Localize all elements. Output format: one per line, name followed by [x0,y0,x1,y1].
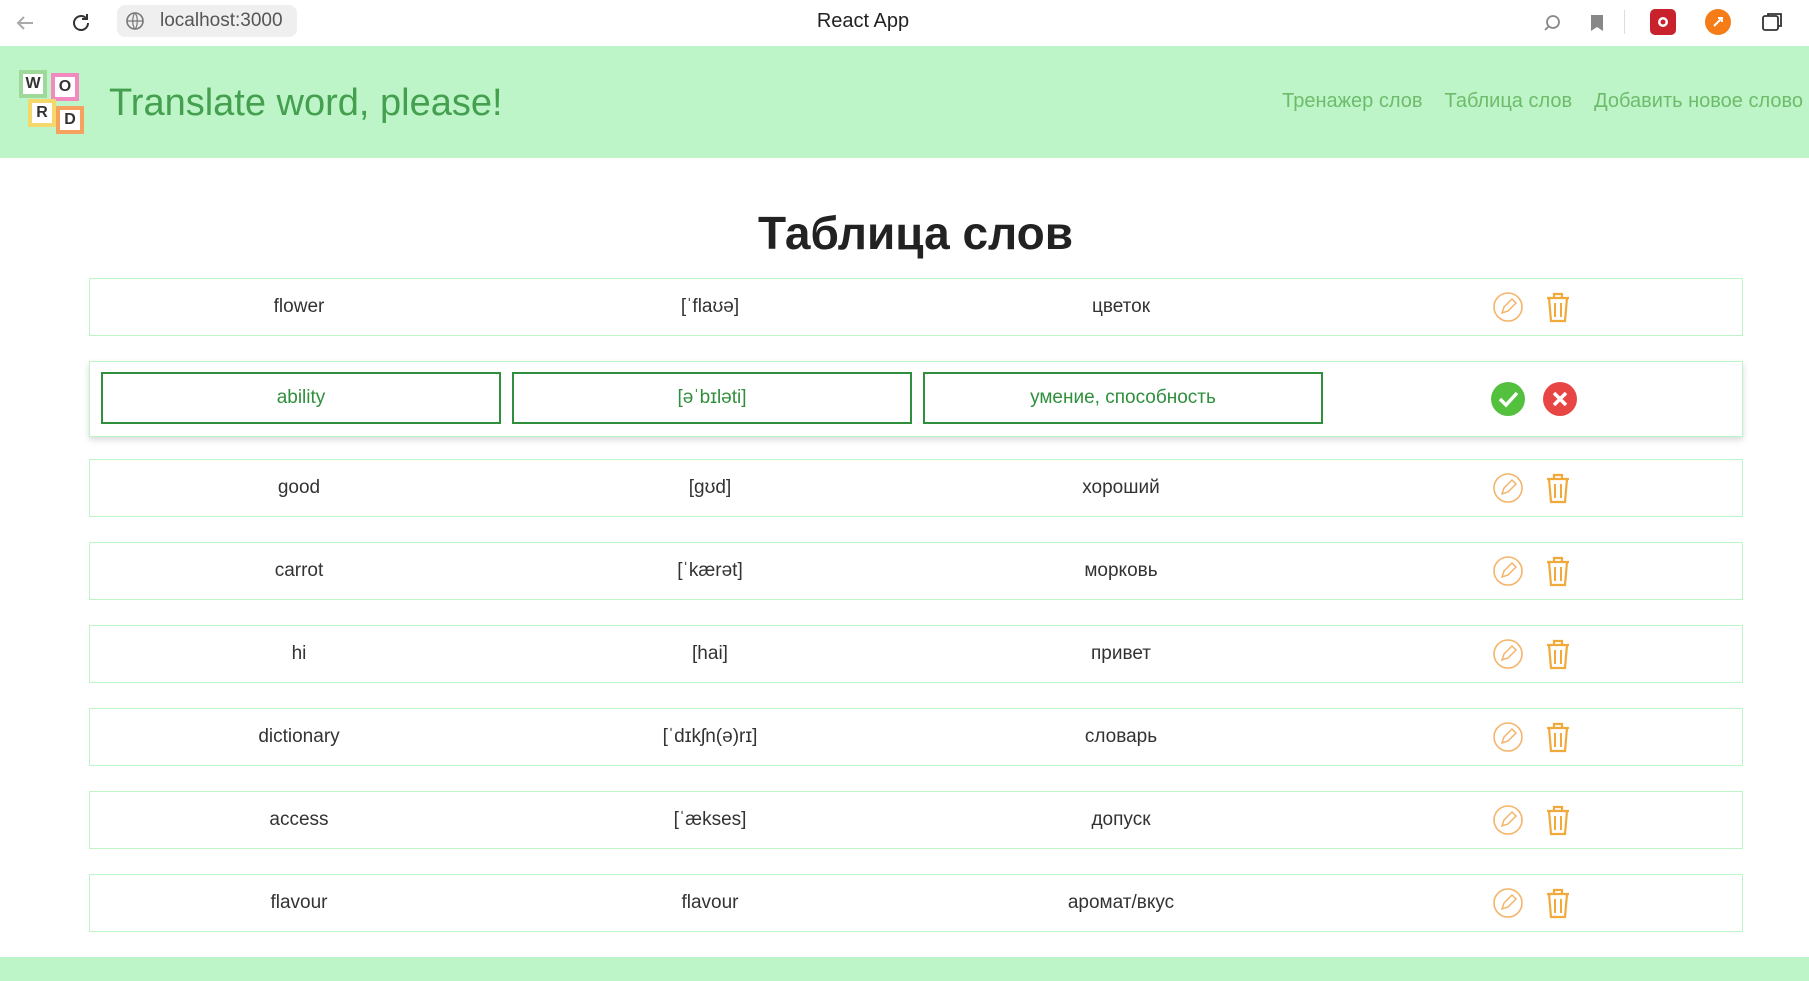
logo-tile-o: O [51,73,79,101]
word-row: hi [hai] привет [89,625,1743,683]
trash-icon[interactable] [1542,638,1574,670]
extension-red-icon[interactable] [1650,9,1676,35]
trash-icon[interactable] [1542,887,1574,919]
nav-trainer-link[interactable]: Тренажер слов [1282,90,1422,113]
word-logo[interactable]: W O R D [19,70,87,138]
word-row: good [gʊd] хороший [89,459,1743,517]
word-cell: carrot [274,560,324,581]
edit-pencil-icon[interactable] [1492,887,1524,919]
edit-word-row [89,361,1743,437]
nav-table-link[interactable]: Таблица слов [1445,90,1573,113]
translation-cell: допуск [1091,809,1151,830]
logo-tile-d: D [56,106,84,134]
translation-cell: привет [1091,643,1151,664]
trash-icon[interactable] [1542,721,1574,753]
translation-input[interactable] [923,372,1323,424]
translation-cell: морковь [1084,560,1158,581]
logo-tile-r: R [28,99,56,127]
word-input[interactable] [101,372,501,424]
word-cell: dictionary [258,726,340,747]
word-cell: hi [291,643,307,664]
word-cell: access [269,809,329,830]
wallet-icon[interactable] [1757,8,1787,38]
app-header: W O R D Translate word, please! Тренажер… [0,46,1809,158]
page-title: Таблица слов [757,207,1074,259]
transcription-cell: [hai] [692,643,728,664]
edit-pencil-icon[interactable] [1492,555,1524,587]
word-row: carrot [ˈkærət] морковь [89,542,1743,600]
word-row: access [ˈækses] допуск [89,791,1743,849]
edit-pencil-icon[interactable] [1492,472,1524,504]
translation-cell: словарь [1084,726,1158,747]
trash-icon[interactable] [1542,472,1574,504]
edit-pencil-icon[interactable] [1492,721,1524,753]
trash-icon[interactable] [1542,804,1574,836]
save-check-icon[interactable] [1490,381,1526,417]
app-title: Translate word, please! [109,82,503,124]
word-row: flavour flavour аромат/вкус [89,874,1743,932]
browser-toolbar: localhost:3000 React App [0,0,1809,47]
cancel-close-icon[interactable] [1542,381,1578,417]
word-cell: flavour [270,892,328,913]
edit-pencil-icon[interactable] [1492,291,1524,323]
translation-cell: хороший [1082,477,1160,498]
logo-tile-w: W [19,70,47,98]
transcription-cell: flavour [681,892,739,913]
main-nav: Тренажер слов Таблица слов Добавить ново… [1282,90,1803,113]
toolbar-divider [1624,10,1625,34]
word-row: dictionary [ˈdɪkʃn(ə)rɪ] словарь [89,708,1743,766]
translation-cell: цветок [1091,296,1151,317]
trash-icon[interactable] [1542,555,1574,587]
transcription-cell: [ˈkærət] [677,560,743,581]
transcription-cell: [ˈækses] [673,809,747,830]
transcription-cell: [gʊd] [688,477,732,498]
transcription-cell: [ˈflaʊə] [680,296,740,317]
footer-bar [0,957,1809,981]
nav-add-word-link[interactable]: Добавить новое слово [1594,90,1803,113]
search-icon[interactable] [1537,8,1567,38]
tab-title: React App [816,10,910,32]
edit-pencil-icon[interactable] [1492,638,1524,670]
transcription-cell: [ˈdɪkʃn(ə)rɪ] [662,726,758,747]
trash-icon[interactable] [1542,291,1574,323]
edit-pencil-icon[interactable] [1492,804,1524,836]
translation-cell: аромат/вкус [1067,892,1175,913]
word-cell: good [277,477,321,498]
bookmark-icon[interactable] [1582,8,1612,38]
word-cell: flower [273,296,325,317]
word-row: flower [ˈflaʊə] цветок [89,278,1743,336]
extension-orange-icon[interactable] [1705,9,1731,35]
transcription-input[interactable] [512,372,912,424]
